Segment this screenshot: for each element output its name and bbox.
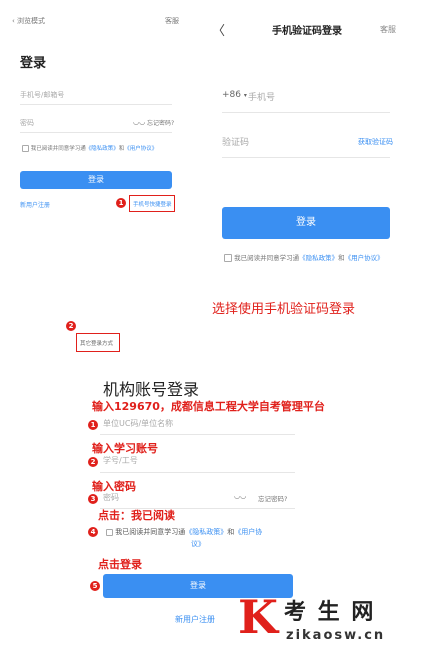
country-code-select[interactable]: +86 ▾ [222, 90, 247, 100]
page-title: 手机验证码登录 [272, 26, 342, 37]
register-link[interactable]: 新用户注册 [175, 614, 215, 625]
step-badge: 1 [88, 420, 98, 430]
service-link[interactable]: 客服 [165, 16, 179, 26]
watermark: K 考 生 网 zikaosw.cn [232, 590, 422, 656]
password-input[interactable]: 密码 [20, 118, 34, 128]
service-link[interactable]: 客服 [380, 24, 396, 35]
step-badge: 1 [116, 198, 126, 208]
back-arrow-icon[interactable]: 〈 [212, 20, 225, 39]
password-input[interactable]: 密码 [103, 492, 119, 503]
divider [100, 434, 295, 435]
watermark-logo: K [238, 590, 278, 644]
user-agreement-link[interactable]: 《用户协 [234, 528, 262, 536]
forgot-password-link[interactable]: 忘记密码? [258, 493, 287, 503]
agreement-checkbox[interactable] [22, 145, 29, 152]
account-input[interactable]: 手机号/邮箱号 [20, 90, 64, 100]
chevron-down-icon: ▾ [243, 92, 247, 99]
watermark-url: zikaosw.cn [286, 628, 386, 643]
page-title: 登录 [20, 56, 47, 71]
user-agreement-link[interactable]: 《用户协议》 [345, 254, 384, 262]
code-input[interactable]: 验证码 [222, 135, 249, 148]
login-button[interactable]: 登录 [222, 207, 390, 239]
step-badge: 3 [88, 494, 98, 504]
step-badge: 2 [66, 321, 76, 331]
user-agreement-link[interactable]: 《用户协议》 [124, 146, 157, 152]
annotation-click-login: 点击登录 [98, 558, 142, 571]
step-badge: 5 [90, 581, 100, 591]
step-badge: 2 [88, 457, 98, 467]
annotation-enter-code: 输入129670，成都信息工程大学自考管理平台 [92, 400, 325, 413]
step-badge: 4 [88, 527, 98, 537]
phone-input[interactable]: 手机号 [248, 90, 275, 103]
agreement-row: 我已阅读并同意学习通《隐私政策》和《用户协议》 [224, 252, 384, 262]
eye-closed-icon[interactable]: ◡◡ [234, 492, 246, 500]
other-login-link[interactable]: 其它登录方式 [80, 339, 113, 347]
login-button[interactable]: 登录 [20, 171, 172, 189]
back-button[interactable]: ‹ 浏览模式 [12, 16, 45, 26]
annotation-click-agree: 点击：我已阅读 [98, 509, 175, 522]
agreement-checkbox[interactable] [106, 528, 113, 536]
agreement-checkbox[interactable] [224, 254, 232, 262]
user-agreement-link-wrap[interactable]: 议》 [191, 539, 205, 549]
annotation-enter-account: 输入学习账号 [92, 442, 158, 455]
get-code-button[interactable]: 获取验证码 [358, 137, 393, 147]
login-screen: ‹ 浏览模式 客服 登录 手机号/邮箱号 密码 ◡◡ 忘记密码? 我已阅读并同意… [0, 0, 200, 300]
agreement-row: 我已阅读并同意学习通《隐私政策》和《用户协议》 [22, 144, 157, 152]
page-title: 机构账号登录 [103, 380, 200, 399]
sms-login-screen: 〈 手机验证码登录 客服 +86 ▾ 手机号 验证码 获取验证码 登录 我已阅读… [200, 0, 422, 300]
divider [222, 112, 390, 113]
watermark-name: 考 生 网 [284, 600, 376, 625]
forgot-password-link[interactable]: 忘记密码? [147, 118, 174, 127]
annotation-choose-sms: 选择使用手机验证码登录 [212, 302, 356, 317]
divider [20, 132, 172, 133]
privacy-policy-link[interactable]: 《隐私政策》 [185, 528, 227, 536]
privacy-policy-link[interactable]: 《隐私政策》 [299, 254, 338, 262]
chevron-left-icon: ‹ [12, 17, 15, 25]
sms-login-link[interactable]: 手机号快捷登录 [133, 200, 172, 208]
unit-input[interactable]: 单位UC码/单位名称 [103, 418, 173, 429]
divider [100, 472, 295, 473]
agreement-row: 我已阅读并同意学习通《隐私政策》和《用户协 [106, 527, 262, 537]
divider [222, 157, 390, 158]
privacy-policy-link[interactable]: 《隐私政策》 [86, 146, 119, 152]
student-id-input[interactable]: 学号/工号 [103, 455, 138, 466]
register-link[interactable]: 新用户注册 [20, 200, 50, 209]
eye-closed-icon[interactable]: ◡◡ [133, 118, 145, 126]
divider [20, 104, 172, 105]
